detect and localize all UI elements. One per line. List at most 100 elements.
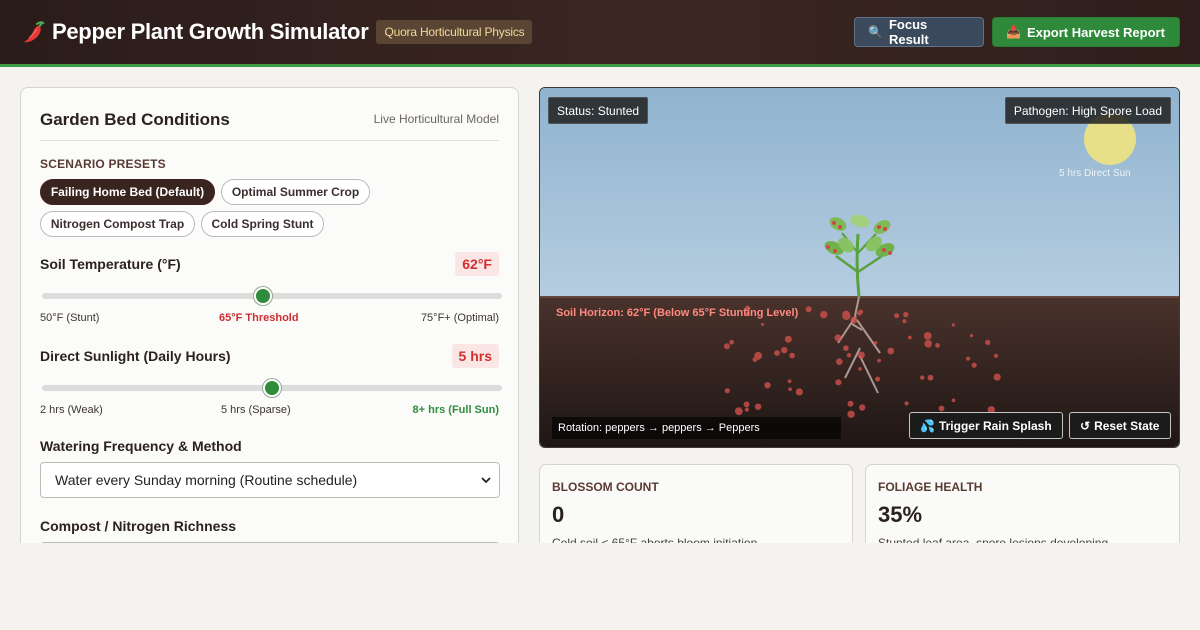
soil-temp-slider[interactable]	[42, 287, 502, 305]
spore-particle	[904, 401, 909, 406]
garden-scene	[540, 88, 1179, 447]
spore-particle	[787, 379, 792, 384]
spore-particle	[985, 339, 991, 345]
spore-particle	[781, 346, 788, 354]
stat-label: BLOSSOM COUNT	[552, 480, 659, 494]
spore-particle	[774, 350, 780, 356]
droplets-icon: 💦	[920, 418, 935, 433]
soil-temp-tick-threshold: 65°F Threshold	[219, 312, 299, 324]
spore-particle	[761, 322, 765, 326]
brand: Pepper Plant Growth Simulator Quora Hort…	[20, 18, 533, 46]
compost-label: Compost / Nitrogen Richness	[40, 518, 237, 534]
focus-result-label: Focus Result	[888, 17, 929, 47]
spore-particle	[744, 407, 749, 412]
presets-label: SCENARIO PRESETS	[40, 157, 166, 171]
spore-particle	[902, 319, 907, 324]
spore-particle	[752, 357, 758, 362]
spore-particle	[788, 387, 792, 392]
soil-temp-value: 62°F	[455, 252, 499, 276]
reset-icon: ↺	[1080, 418, 1091, 433]
sunlight-slider-thumb[interactable]	[263, 379, 281, 397]
sunlight-tick-max: 8+ hrs (Full Sun)	[412, 404, 499, 416]
simulation-view: Status: Stunted Pathogen: High Spore Loa…	[539, 87, 1180, 448]
spore-particle	[923, 332, 932, 340]
app-title: Pepper Plant Growth Simulator	[52, 19, 369, 44]
spore-particle	[927, 374, 934, 381]
spore-particle	[903, 311, 909, 318]
watering-select[interactable]: Water every Sunday morning (Routine sche…	[40, 462, 500, 498]
spore-particle	[805, 306, 812, 313]
preset-optimal-summer-crop[interactable]: Optimal Summer Crop	[221, 179, 370, 205]
spore-particle	[859, 404, 866, 411]
spore-particle	[835, 379, 842, 386]
spore-particle	[723, 343, 730, 350]
spore-particle	[842, 310, 850, 319]
pathogen-tag: Pathogen: High Spore Load	[1004, 97, 1171, 124]
spore-particle	[873, 341, 878, 345]
spore-particle	[784, 335, 792, 343]
spore-particle	[843, 345, 849, 352]
sunlight-slider[interactable]	[42, 379, 502, 397]
spore-particle	[857, 351, 865, 359]
sunlight-value: 5 hrs	[451, 344, 499, 368]
spore-particle	[887, 347, 895, 355]
export-harvest-button[interactable]: 📥 Export Harvest Report	[992, 17, 1180, 47]
preset-nitrogen-compost-trap[interactable]: Nitrogen Compost Trap	[40, 211, 195, 237]
spore-particle	[951, 398, 956, 403]
reset-state-button[interactable]: ↺ Reset State	[1069, 412, 1171, 439]
preset-cold-spring-stunt[interactable]: Cold Spring Stunt	[201, 211, 324, 237]
preset-failing-home-bed[interactable]: Failing Home Bed (Default)	[40, 179, 215, 205]
sun-label: 5 hrs Direct Sun	[1059, 168, 1131, 179]
spore-particle	[894, 313, 900, 319]
app-header: Pepper Plant Growth Simulator Quora Hort…	[0, 0, 1200, 67]
watering-select-value: Water every Sunday morning (Routine sche…	[55, 472, 358, 488]
spore-particle	[847, 400, 854, 407]
export-harvest-label: Export Harvest Report	[1026, 24, 1165, 40]
blank-area	[0, 543, 1200, 630]
spore-particle	[938, 405, 945, 412]
spore-particle	[935, 343, 940, 348]
spore-particle	[877, 358, 881, 363]
garden-bed-panel: Garden Bed Conditions Live Horticultural…	[20, 87, 519, 578]
spore-particle	[907, 335, 912, 340]
panel-subtitle: Live Horticultural Model	[373, 112, 499, 126]
soil-temp-slider-thumb[interactable]	[253, 287, 272, 305]
spore-particle	[734, 407, 743, 416]
trigger-rain-button[interactable]: 💦 Trigger Rain Splash	[909, 412, 1063, 439]
status-tag: Status: Stunted	[548, 97, 649, 124]
spore-particle	[789, 352, 795, 359]
spore-particle	[724, 388, 730, 394]
soil-horizon-label: Soil Horizon: 62°F (Below 65°F Stunting …	[556, 307, 799, 319]
spore-particle	[920, 375, 925, 380]
stat-value: 35%	[878, 502, 923, 527]
spore-particle	[743, 401, 750, 408]
soil-temp-label: Soil Temperature (°F)	[40, 256, 181, 272]
stat-value: 0	[552, 502, 565, 527]
rotation-bar: Rotation: peppers → peppers → Peppers	[552, 417, 841, 439]
spore-particle	[764, 382, 771, 389]
spore-particle	[875, 376, 881, 382]
org-badge: Quora Horticultural Physics	[376, 20, 533, 44]
reset-state-label: Reset State	[1094, 418, 1160, 433]
spore-particle	[856, 310, 862, 316]
sunlight-label: Direct Sunlight (Daily Hours)	[40, 348, 231, 364]
spore-particle	[820, 310, 828, 319]
soil-temp-tick-min: 50°F (Stunt)	[40, 312, 100, 324]
spore-particle	[729, 339, 734, 345]
spore-particle	[836, 358, 843, 366]
inbox-tray-icon: 📥	[1006, 25, 1021, 39]
spore-particle	[754, 403, 762, 410]
focus-result-button[interactable]: 🔍 Focus Result	[854, 17, 984, 47]
spore-particle	[858, 367, 862, 371]
spore-particle	[993, 373, 1001, 381]
trigger-rain-label: Trigger Rain Splash	[938, 418, 1052, 433]
watering-label: Watering Frequency & Method	[40, 438, 242, 454]
spore-particle	[993, 353, 999, 358]
soil-temp-tick-max: 75°F+ (Optimal)	[420, 312, 499, 324]
spore-particle	[924, 340, 932, 348]
pepper-icon	[24, 21, 45, 43]
panel-title: Garden Bed Conditions	[40, 110, 230, 129]
spore-particle	[850, 316, 858, 324]
spore-particle	[847, 410, 855, 418]
stat-label: FOLIAGE HEALTH	[878, 480, 983, 494]
